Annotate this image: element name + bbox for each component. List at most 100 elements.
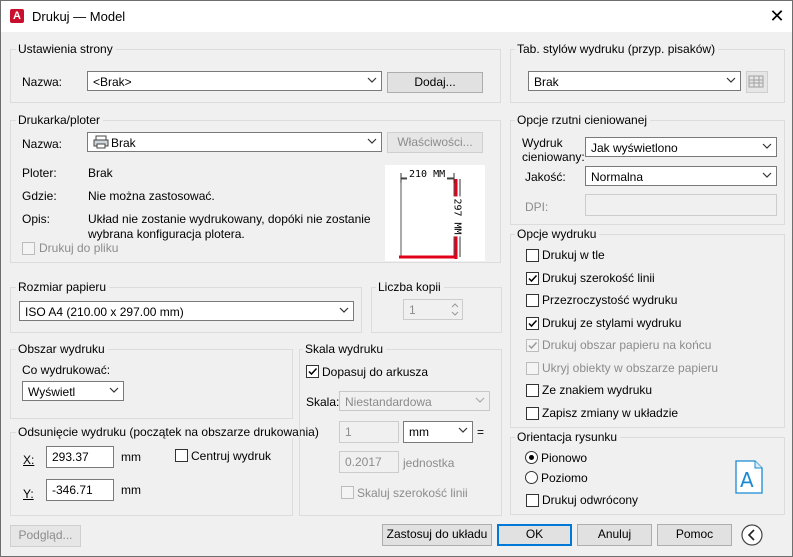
paper-width-label: 210 MM: [407, 169, 448, 180]
chevron-down-icon: [367, 136, 377, 146]
plot-option-label: Przezroczystość wydruku: [542, 293, 678, 307]
add-page-setup-button[interactable]: Dodaj...: [387, 72, 483, 93]
center-plot-checkbox[interactable]: [175, 449, 188, 462]
autocad-app-icon: A: [10, 9, 24, 23]
print-to-file-label: Drukuj do pliku: [39, 241, 119, 255]
plot-option-checkbox[interactable]: [526, 362, 539, 375]
offset-y-input[interactable]: -346.71: [46, 479, 114, 501]
plot-option-label: Drukuj w tle: [542, 248, 605, 262]
where-label: Gdzie:: [22, 189, 57, 203]
plot-option-label: Drukuj obszar papieru na końcu: [542, 338, 712, 352]
preview-button[interactable]: Podgląd...: [10, 525, 81, 547]
chevron-down-icon: [367, 75, 377, 85]
table-edit-icon: [748, 75, 764, 88]
chevron-down-icon: [339, 305, 349, 315]
scale-combo[interactable]: Niestandardowa: [339, 391, 490, 411]
help-button[interactable]: Pomoc: [657, 524, 732, 546]
plotter-value: Brak: [88, 166, 113, 180]
scale-value-2-input[interactable]: 0.2017: [339, 451, 399, 473]
shade-plot-combo[interactable]: Jak wyświetlono: [585, 137, 777, 157]
scale-value-1: 1: [345, 425, 352, 439]
orientation-label: Orientacja rysunku: [515, 430, 621, 444]
chevron-down-icon: [762, 170, 772, 180]
plot-option-checkbox[interactable]: [526, 407, 539, 420]
plot-option-label: Zapisz zmiany w układzie: [542, 406, 679, 420]
plot-option-checkbox[interactable]: [526, 249, 539, 262]
page-setup-name-value: <Brak>: [93, 75, 132, 89]
landscape-radio[interactable]: [525, 471, 538, 484]
plot-options-label: Opcje wydruku: [515, 227, 600, 241]
print-to-file-checkbox[interactable]: [22, 242, 35, 255]
scale-value-1-input[interactable]: 1: [339, 421, 399, 443]
offset-x-label: X:: [23, 453, 35, 467]
chevron-down-icon: [475, 395, 485, 405]
printer-name-value: Brak: [111, 136, 136, 150]
printer-name-label: Nazwa:: [22, 137, 63, 151]
plot-option-label: Ze znakiem wydruku: [542, 383, 653, 397]
quality-combo[interactable]: Normalna: [585, 166, 777, 186]
scale-value-2: 0.2017: [345, 455, 382, 469]
quality-label: Jakość:: [525, 170, 566, 184]
chevron-down-icon: [458, 425, 468, 435]
close-icon[interactable]: ✕: [766, 5, 788, 27]
landscape-label: Poziomo: [541, 471, 588, 485]
paper-size-label: Rozmiar papieru: [16, 280, 110, 294]
apply-to-layout-button[interactable]: Zastosuj do układu: [382, 524, 492, 546]
spinner-arrows-icon[interactable]: [450, 301, 460, 321]
portrait-label: Pionowo: [541, 451, 588, 465]
description-line-2: wybrana konfiguracja plotera.: [88, 227, 245, 241]
paper-height-label: 297 MM: [451, 196, 463, 237]
page-setup-name-label: Nazwa:: [22, 75, 63, 89]
printer-name-combo[interactable]: Brak: [87, 132, 382, 152]
where-value: Nie można zastosować.: [88, 189, 215, 203]
fit-to-paper-checkbox[interactable]: [306, 365, 319, 378]
what-to-plot-value: Wyświetl: [28, 385, 76, 399]
plot-option-checkbox[interactable]: [526, 317, 539, 330]
scale-lineweights-label: Skaluj szerokość linii: [357, 486, 468, 500]
copies-input[interactable]: 1: [403, 299, 463, 320]
plot-scale-label: Skala wydruku: [303, 342, 387, 356]
shade-plot-value: Jak wyświetlono: [591, 141, 678, 155]
page-icon-letter: A: [740, 468, 754, 492]
scale-unit-value: mm: [409, 425, 429, 439]
plot-style-table-value: Brak: [534, 75, 559, 89]
dpi-input[interactable]: [585, 194, 777, 216]
plot-option-checkbox[interactable]: [526, 384, 539, 397]
paper-preview: 210 MM 297 MM: [385, 165, 485, 261]
cancel-button[interactable]: Anuluj: [577, 524, 652, 546]
plot-style-table-combo[interactable]: Brak: [528, 71, 741, 91]
offset-x-value: 293.37: [52, 450, 89, 464]
quality-value: Normalna: [591, 170, 644, 184]
offset-x-input[interactable]: 293.37: [46, 446, 114, 468]
ok-button[interactable]: OK: [497, 524, 572, 546]
scale-lineweights-checkbox[interactable]: [341, 486, 354, 499]
dpi-label: DPI:: [525, 200, 549, 214]
what-to-plot-combo[interactable]: Wyświetl: [22, 381, 124, 401]
plot-offset-label: Odsunięcie wydruku (początek na obszarze…: [16, 425, 322, 439]
plotter-label: Ploter:: [22, 166, 57, 180]
offset-y-label: Y:: [23, 487, 34, 501]
plot-option-checkbox[interactable]: [526, 339, 539, 352]
scale-label: Skala:: [306, 395, 340, 409]
portrait-radio[interactable]: [525, 451, 538, 464]
upside-down-checkbox[interactable]: [526, 494, 539, 507]
copies-label: Liczba kopii: [376, 280, 444, 294]
scale-unit-combo[interactable]: mm: [403, 421, 473, 443]
plot-option-checkbox[interactable]: [526, 272, 539, 285]
shaded-viewport-label: Opcje rzutni cieniowanej: [515, 113, 651, 127]
collapse-options-icon[interactable]: [741, 524, 763, 546]
chevron-down-icon: [762, 141, 772, 151]
page-setup-name-combo[interactable]: <Brak>: [87, 71, 382, 91]
plot-options-group: [510, 234, 785, 428]
printer-properties-button[interactable]: Właściwości...: [387, 132, 483, 153]
plot-option-checkbox[interactable]: [526, 294, 539, 307]
chevron-down-icon: [109, 385, 119, 395]
plot-option-label: Drukuj ze stylami wydruku: [542, 316, 682, 330]
page-setup-label: Ustawienia strony: [16, 42, 116, 56]
fit-to-paper-label: Dopasuj do arkusza: [322, 365, 429, 379]
offset-y-value: -346.71: [52, 483, 93, 497]
what-to-plot-label: Co wydrukować:: [22, 363, 111, 377]
paper-size-combo[interactable]: ISO A4 (210.00 x 297.00 mm): [19, 301, 354, 321]
window-title: Drukuj — Model: [32, 9, 126, 24]
edit-plot-style-button[interactable]: [746, 71, 768, 93]
